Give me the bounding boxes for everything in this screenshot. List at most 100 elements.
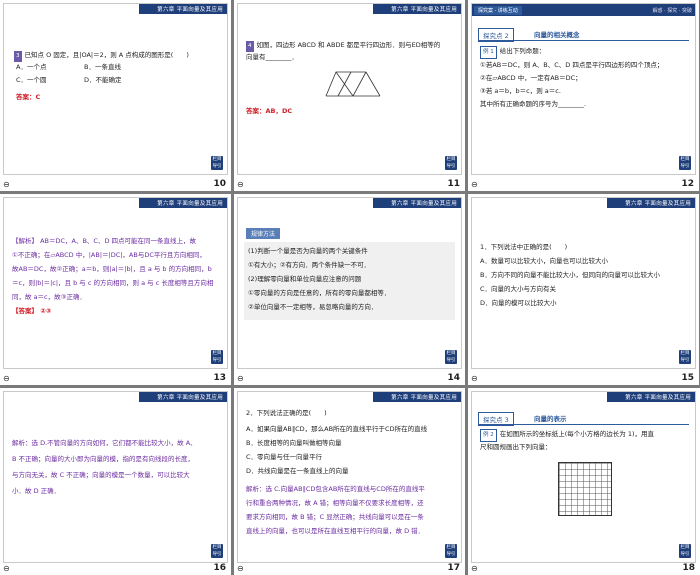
- solution-line: 【解析】 AB＝DC，A、B、C、D 四点可能在同一条直线上，故: [12, 237, 197, 245]
- note-icon[interactable]: ⊖: [3, 564, 10, 573]
- option-a: A．如果向量AB∥CD，那么AB所在的直线平行于CD所在的直线: [246, 425, 428, 433]
- slide-number: 11: [447, 179, 460, 189]
- return-button[interactable]: 栏目导引: [211, 350, 223, 364]
- question-prompt: 其中所有正确命题的序号为________.: [480, 100, 587, 108]
- chapter-bar: 第六章 平面向量及其应用: [139, 198, 227, 208]
- example-line: 例 2 在如图所示的坐标纸上(每个小方格的边长为 1)，用直: [480, 429, 654, 442]
- method-tag: 规律方法: [246, 228, 281, 239]
- return-button[interactable]: 栏目导引: [445, 156, 457, 170]
- note-icon[interactable]: ⊖: [471, 180, 478, 189]
- solution-line: ①不正确；在▱ABCD 中，|AB|＝|DC|，AB与DC平行且方向相同，: [12, 251, 206, 259]
- slide-number: 12: [681, 179, 694, 189]
- section-title: 向量的表示: [534, 415, 567, 423]
- note-icon[interactable]: ⊖: [471, 564, 478, 573]
- question-stem: 2．下列说法正确的是( ): [246, 409, 327, 417]
- parallelogram-figure: [325, 71, 381, 97]
- note-icon[interactable]: ⊖: [471, 374, 478, 383]
- section-divider: [478, 424, 689, 425]
- option-b: B．一条直线: [84, 63, 121, 71]
- example-text: 在如图所示的坐标纸上(每个小方格的边长为 1)，用直: [499, 430, 655, 438]
- slide-canvas: 第六章 平面向量及其应用 规律方法 (1)判断一个量是否为向量的两个关键条件 ①…: [237, 197, 462, 369]
- solution-line: 解析：选 D.不管向量的方向如何，它们都不能比较大小，故 A、: [12, 439, 197, 447]
- note-icon[interactable]: ⊖: [3, 374, 10, 383]
- option-a: A．一个点: [16, 63, 47, 71]
- chapter-bar: 第六章 平面向量及其应用: [607, 198, 695, 208]
- return-button[interactable]: 栏目导引: [679, 156, 691, 170]
- method-line: (2)理解零向量和单位向量应注意的问题: [248, 275, 362, 283]
- slide-number: 15: [681, 373, 694, 383]
- slide-thumbnail-13[interactable]: 第六章 平面向量及其应用 【解析】 AB＝DC，A、B、C、D 四点可能在同一条…: [0, 194, 231, 385]
- chapter-title: 第六章 平面向量及其应用: [157, 201, 223, 207]
- slide-thumbnail-11[interactable]: 第六章 平面向量及其应用 4 如图，四边形 ABCD 和 ABDE 都是平行四边形…: [234, 0, 465, 191]
- slide-thumbnail-12[interactable]: 探究案 · 讲练互动 解惑 · 探究 · 突破 探究点 2 向量的相关概念 例 …: [468, 0, 699, 191]
- slide-thumbnail-10[interactable]: 第六章 平面向量及其应用 3 已知点 O 固定，且|OA|＝2，则 A 点构成的图…: [0, 0, 231, 191]
- slide-thumbnail-18[interactable]: 第六章 平面向量及其应用 探究点 3 向量的表示 例 2 在如图所示的坐标纸上(每…: [468, 388, 700, 575]
- example-line: 例 1 给出下列命题：: [480, 46, 545, 59]
- chapter-bar: 探究案 · 讲练互动 解惑 · 探究 · 突破: [472, 4, 695, 16]
- chapter-title: 第六章 平面向量及其应用: [625, 395, 691, 401]
- chapter-title: 第六章 平面向量及其应用: [157, 395, 223, 401]
- option-c: C．零向量与任一向量平行: [246, 453, 323, 461]
- question-number: 3: [14, 51, 22, 62]
- slide-thumbnail-14[interactable]: 第六章 平面向量及其应用 规律方法 (1)判断一个量是否为向量的两个关键条件 ①…: [234, 194, 465, 385]
- example-intro: 给出下列命题：: [499, 47, 546, 55]
- option-b: B．长度相等的向量叫做相等向量: [246, 439, 342, 447]
- solution-line: 同，故 a＝c，故③正确．: [12, 293, 86, 301]
- method-line: (1)判断一个量是否为向量的两个关键条件: [248, 247, 368, 255]
- statement-3: ③若 a＝b，b＝c，则 a＝c.: [480, 87, 561, 95]
- note-icon[interactable]: ⊖: [237, 180, 244, 189]
- slide-thumbnail-16[interactable]: 第六章 平面向量及其应用 解析：选 D.不管向量的方向如何，它们都不能比较大小，…: [0, 388, 231, 575]
- return-button[interactable]: 栏目导引: [445, 350, 457, 364]
- chapter-bar: 第六章 平面向量及其应用: [607, 392, 695, 402]
- slide-canvas: 第六章 平面向量及其应用 4 如图，四边形 ABCD 和 ABDE 都是平行四边形…: [237, 3, 462, 175]
- return-button[interactable]: 栏目导引: [445, 544, 457, 558]
- example-label: 例 1: [480, 46, 497, 59]
- slide-number: 10: [213, 179, 226, 189]
- solution-line: 与方向无关，故 C 不正确；向量的模是一个数量，可以比较大: [12, 471, 190, 479]
- note-icon[interactable]: ⊖: [237, 564, 244, 573]
- slide-number: 13: [213, 373, 226, 383]
- answer: 【答案】 ②③: [12, 307, 52, 315]
- option-c: C．向量的大小与方向有关: [480, 285, 557, 293]
- slide-thumbnail-15[interactable]: 第六章 平面向量及其应用 1．下列说法中正确的是( ) A．数量可以比较大小，向…: [468, 194, 699, 385]
- return-button[interactable]: 栏目导引: [679, 350, 691, 364]
- question-stem: 1．下列说法中正确的是( ): [480, 243, 568, 251]
- solution-line: B 不正确；向量的大小即为向量的模，指的是有向线段的长度，: [12, 455, 195, 463]
- slide-canvas: 第六章 平面向量及其应用 探究点 3 向量的表示 例 2 在如图所示的坐标纸上(每…: [471, 391, 696, 563]
- section-title: 向量的相关概念: [534, 31, 580, 39]
- chapter-bar: 第六章 平面向量及其应用: [139, 392, 227, 402]
- slide-number: 17: [447, 563, 460, 573]
- statement-1: ①若AB＝DC，则 A、B、C、D 四点是平行四边形的四个顶点；: [480, 61, 664, 69]
- solution-line: ＝c，则|b|＝|c|，且 b 与 c 的方向相同，则 a 与 c 长度相等且方…: [12, 279, 214, 287]
- note-icon[interactable]: ⊖: [3, 180, 10, 189]
- chapter-bar: 第六章 平面向量及其应用: [373, 392, 461, 402]
- slide-number: 16: [213, 563, 226, 573]
- return-button[interactable]: 栏目导引: [211, 544, 223, 558]
- question-blank: 向量有________．: [246, 53, 298, 61]
- slide-canvas: 第六章 平面向量及其应用 解析：选 D.不管向量的方向如何，它们都不能比较大小，…: [3, 391, 228, 563]
- solution-line: 小．故 D 正确．: [12, 487, 61, 495]
- return-button[interactable]: 栏目导引: [211, 156, 223, 170]
- slide-number: 14: [447, 373, 460, 383]
- note-icon[interactable]: ⊖: [237, 374, 244, 383]
- slide-canvas: 探究案 · 讲练互动 解惑 · 探究 · 突破 探究点 2 向量的相关概念 例 …: [471, 3, 696, 175]
- solution-line: 行和重合两种情况，故 A 错；相等向量不仅要求长度相等，还: [246, 499, 424, 507]
- return-button[interactable]: 栏目导引: [679, 544, 691, 558]
- statement-2: ②在▱ABCD 中，一定有AB＝DC；: [480, 74, 582, 82]
- option-c: C．一个圆: [16, 76, 47, 84]
- coordinate-grid: [558, 462, 612, 516]
- slide-canvas: 第六章 平面向量及其应用 2．下列说法正确的是( ) A．如果向量AB∥CD，那…: [237, 391, 462, 563]
- example-label: 例 2: [480, 429, 497, 442]
- chapter-title: 第六章 平面向量及其应用: [391, 201, 457, 207]
- chapter-bar: 第六章 平面向量及其应用: [139, 4, 227, 14]
- chapter-title: 第六章 平面向量及其应用: [391, 7, 457, 13]
- bar-subtitle: 解惑 · 探究 · 突破: [652, 8, 692, 14]
- slide-thumbnail-17[interactable]: 第六章 平面向量及其应用 2．下列说法正确的是( ) A．如果向量AB∥CD，那…: [234, 388, 465, 575]
- example-text-2: 尺和圆规画出下列向量：: [480, 443, 552, 451]
- option-d: D．共线向量是在一条直线上的向量: [246, 467, 349, 475]
- option-d: D．不能确定: [84, 76, 122, 84]
- slide-canvas: 第六章 平面向量及其应用 1．下列说法中正确的是( ) A．数量可以比较大小，向…: [471, 197, 696, 369]
- chapter-title: 第六章 平面向量及其应用: [391, 395, 457, 401]
- solution-line: 故AB＝DC，故②正确；a＝b，则|a|＝|b|，且 a 与 b 的方向相同，b: [12, 265, 212, 273]
- option-d: D．向量的模可以比较大小: [480, 299, 557, 307]
